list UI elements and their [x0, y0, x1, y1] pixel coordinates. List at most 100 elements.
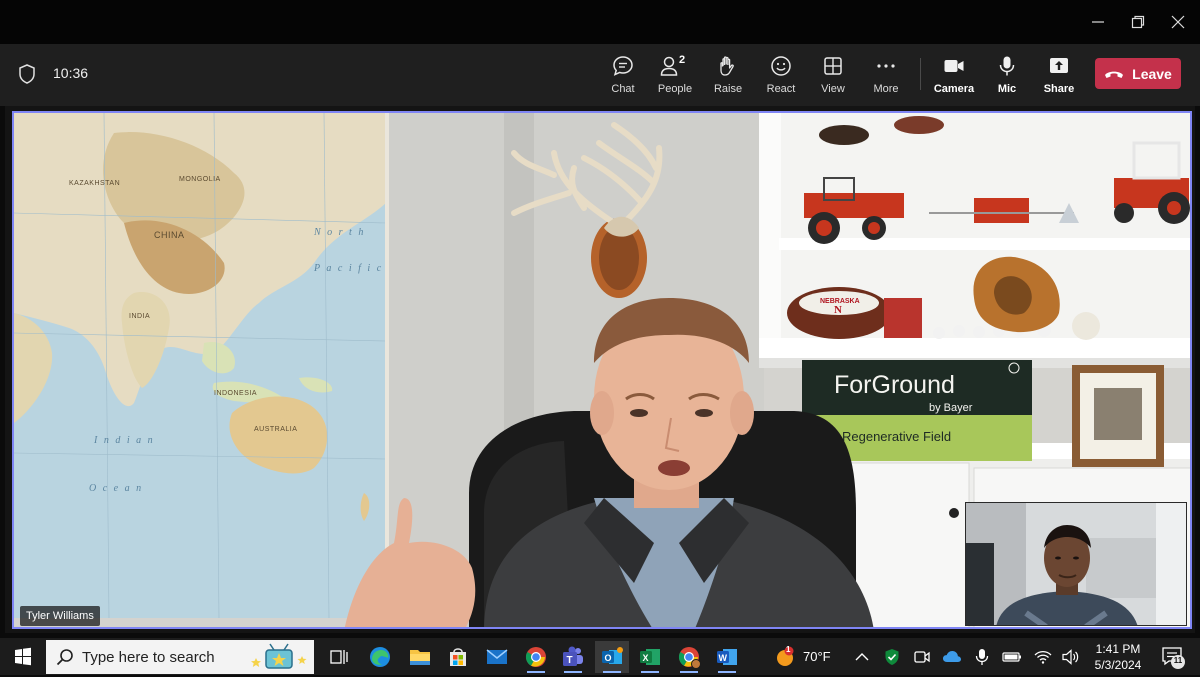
weather-badge: 1 [786, 645, 791, 654]
sign-tagline: Regenerative Field [842, 429, 951, 444]
windows-taskbar: Type here to search T O X W 1 70°F 1:41 … [0, 638, 1200, 675]
restore-button[interactable] [1120, 8, 1156, 36]
sign-sub: by Bayer [929, 402, 973, 414]
sun-icon [777, 646, 794, 666]
battery-icon [1002, 652, 1021, 662]
camera-icon [944, 60, 964, 72]
more-dots-icon [877, 64, 895, 68]
football: NEBRASKA N [787, 287, 891, 339]
minimize-button[interactable] [1080, 8, 1116, 36]
notification-center-button[interactable]: 11 [1160, 645, 1186, 669]
map-label-north: N o r t h [313, 227, 365, 238]
battery-tray-button[interactable] [1002, 647, 1022, 667]
chat-label: Chat [611, 83, 635, 95]
tray-overflow-button[interactable] [852, 647, 872, 667]
store-icon [450, 648, 466, 666]
search-placeholder: Type here to search [82, 648, 215, 666]
react-button[interactable]: React [752, 52, 810, 100]
svg-text:X: X [643, 653, 649, 663]
weather-widget[interactable]: 1 [774, 645, 796, 668]
volume-tray-button[interactable] [1061, 647, 1081, 667]
people-label: People [657, 83, 693, 95]
mic-button[interactable]: Mic [978, 52, 1036, 100]
grid-view-icon [824, 57, 842, 75]
hand-icon [720, 56, 734, 76]
participant-name-tag: Tyler Williams [20, 606, 100, 626]
react-label: React [766, 83, 796, 95]
smiley-icon [771, 56, 791, 76]
excel-app[interactable]: X [633, 641, 667, 673]
chevron-up-icon [855, 653, 869, 661]
share-label: Share [1043, 83, 1075, 95]
nebraska-logo: N [834, 304, 842, 316]
map-label-australia: AUSTRALIA [254, 426, 297, 433]
share-icon [1050, 58, 1068, 73]
wifi-tray-button[interactable] [1033, 647, 1053, 667]
toolbar-separator [920, 58, 921, 90]
svg-text:T: T [567, 655, 573, 666]
map-label-kazakhstan: KAZAKHSTAN [69, 180, 120, 187]
map-label-mongolia: MONGOLIA [179, 176, 221, 183]
windows-logo-icon [15, 647, 31, 666]
notification-count: 11 [1173, 656, 1183, 665]
chrome-app[interactable] [519, 641, 553, 673]
svg-text:O: O [605, 653, 612, 663]
world-map [14, 113, 389, 619]
view-label: View [821, 83, 845, 95]
taskbar-clock[interactable]: 1:41 PM 5/3/2024 [1084, 641, 1152, 673]
meet-now-icon [914, 651, 930, 663]
edge-icon [370, 647, 390, 667]
more-label: More [873, 83, 899, 95]
map-label-india: INDIA [129, 313, 150, 320]
mail-app[interactable] [480, 641, 514, 673]
search-highlight-tv-icon [251, 643, 307, 669]
share-button[interactable]: Share [1030, 52, 1088, 100]
microphone-icon [999, 56, 1015, 76]
file-explorer-app[interactable] [403, 641, 437, 673]
mail-icon [486, 649, 508, 664]
chat-button[interactable]: Chat [594, 52, 652, 100]
close-button[interactable] [1160, 8, 1196, 36]
map-label-indonesia: INDONESIA [214, 390, 257, 397]
camera-button[interactable]: Camera [925, 52, 983, 100]
chrome-profile-app[interactable] [672, 641, 706, 673]
task-view-button[interactable] [322, 641, 356, 673]
people-count: 2 [679, 54, 686, 66]
people-button[interactable]: 2 People [646, 52, 704, 100]
chrome-icon [525, 647, 546, 667]
security-tray-button[interactable] [882, 647, 902, 667]
self-view-video[interactable] [965, 502, 1187, 626]
leave-button[interactable]: Leave [1095, 58, 1181, 89]
teams-app[interactable]: T [556, 641, 590, 673]
edge-app[interactable] [363, 641, 397, 673]
store-app[interactable] [441, 641, 475, 673]
meeting-stage: KAZAKHSTAN MONGOLIA CHINA INDIA INDONESI… [5, 106, 1195, 633]
close-icon [1171, 15, 1185, 29]
mic-tray-button[interactable] [972, 647, 992, 667]
window-title-bar [0, 0, 1200, 44]
leave-label: Leave [1132, 65, 1172, 82]
cloud-icon [943, 651, 961, 662]
chat-icon [613, 56, 633, 76]
start-button[interactable] [6, 642, 40, 672]
map-label-ocean: O c e a n [89, 483, 143, 494]
participant-name: Tyler Williams [26, 610, 94, 622]
map-label-china: CHINA [154, 230, 185, 240]
mic-label: Mic [997, 83, 1017, 95]
taskbar-time: 1:41 PM [1095, 642, 1141, 656]
wifi-icon [1034, 650, 1052, 664]
word-app[interactable]: W [710, 641, 744, 673]
shield-icon [19, 64, 35, 84]
speaker-icon [1062, 649, 1079, 665]
camera-label: Camera [933, 83, 975, 95]
meeting-toolbar: 10:36 Chat 2 People Raise React View Mor… [0, 44, 1200, 106]
onedrive-tray-button[interactable] [942, 647, 962, 667]
file-explorer-icon [410, 650, 430, 665]
view-button[interactable]: View [804, 52, 862, 100]
meet-now-tray-button[interactable] [912, 647, 932, 667]
task-view-icon [330, 650, 348, 664]
more-button[interactable]: More [857, 52, 915, 100]
raise-hand-button[interactable]: Raise [699, 52, 757, 100]
outlook-app[interactable]: O [595, 641, 629, 673]
taskbar-search[interactable]: Type here to search [46, 640, 314, 674]
